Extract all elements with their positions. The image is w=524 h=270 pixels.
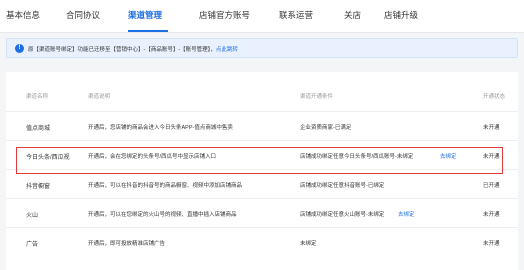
bind-link[interactable]: 去绑定: [398, 210, 415, 218]
tab-basic-info[interactable]: 基本信息: [6, 9, 40, 21]
tab-channel-management[interactable]: 渠道管理: [128, 9, 162, 21]
channel-name: 今日头条/西瓜视: [26, 155, 70, 161]
header-conditions: 渠道开通条件: [300, 94, 334, 100]
tab-bar: 基本信息 合同协议 渠道管理 店铺官方账号 联系运营 关店 店铺升级: [0, 0, 524, 33]
tab-close-store[interactable]: 关店: [344, 9, 361, 21]
channel-desc: 开通后，可以在您绑定的火山号的视频、直播中插入店铺商品: [88, 212, 237, 218]
channel-condition: 未绑定: [300, 241, 317, 247]
table-row: 今日头条/西瓜视 开通后，会在您绑定的头条号/西瓜号中显示店铺入口 店铺成功绑定…: [6, 141, 518, 170]
header-channel-desc: 渠道说明: [88, 94, 111, 100]
channel-desc: 开通后，您店铺的商品会进入今日头条APP-值点商城中售卖: [88, 125, 233, 131]
channel-desc: 开通后，即可投放精准店铺广告: [88, 241, 166, 247]
header-channel-name: 渠道名称: [26, 94, 49, 100]
channel-table: 渠道名称 渠道说明 渠道开通条件 开通状态 值点商城 开通后，您店铺的商品会进入…: [6, 72, 518, 270]
channel-name: 抖音橱窗: [26, 184, 51, 190]
notice-text: 原【渠道账号绑定】功能已迁移至【营销中心】-【商品账号】-【账号管理】，点此跳转: [28, 45, 238, 53]
table-row: 火山 开通后，可以在您绑定的火山号的视频、直播中插入店铺商品 店铺成功绑定任意火…: [6, 199, 518, 228]
tab-contact-operations[interactable]: 联系运营: [279, 9, 313, 21]
channel-status: 未开通: [483, 125, 500, 131]
page: 基本信息 合同协议 渠道管理 店铺官方账号 联系运营 关店 店铺升级 ! 原【渠…: [0, 0, 524, 270]
header-status: 开通状态: [483, 94, 506, 100]
info-icon: !: [15, 44, 24, 53]
channel-name: 广告: [26, 242, 39, 248]
notice-jump-link[interactable]: 点此跳转: [216, 47, 238, 53]
tab-store-official-account[interactable]: 店铺官方账号: [199, 9, 250, 21]
notice-banner: ! 原【渠道账号绑定】功能已迁移至【营销中心】-【商品账号】-【账号管理】，点此…: [6, 38, 518, 58]
channel-condition: 店铺成功绑定任意火山账号-未绑定: [300, 212, 385, 218]
channel-name: 火山: [26, 213, 39, 219]
active-tab-underline: [128, 30, 168, 32]
notice-message: 原【渠道账号绑定】功能已迁移至【营销中心】-【商品账号】-【账号管理】，: [28, 47, 216, 53]
channel-status: 未开通: [483, 212, 500, 218]
tab-store-upgrade[interactable]: 店铺升级: [384, 9, 418, 21]
bind-link[interactable]: 去绑定: [440, 152, 457, 160]
table-row: 抖音橱窗 开通后，可以在抖音的抖音号的商品橱窗、视频中添加店铺商品 店铺成功绑定…: [6, 170, 518, 199]
channel-status: 已开通: [483, 183, 500, 189]
table-row: 广告 开通后，即可投放精准店铺广告 未绑定 未开通: [6, 228, 518, 257]
channel-status: 未开通: [483, 241, 500, 247]
channel-desc: 开通后，会在您绑定的头条号/西瓜号中显示店铺入口: [88, 154, 217, 160]
channel-condition: 店铺成功绑定任意今日头条号/西瓜账号-未绑定: [300, 154, 414, 160]
channel-condition: 企业资质商家-已满足: [300, 125, 352, 131]
channel-name: 值点商城: [26, 126, 51, 132]
tab-contract[interactable]: 合同协议: [66, 9, 100, 21]
channel-condition: 店铺成功绑定任意抖音账号-已绑定: [300, 183, 385, 189]
channel-desc: 开通后，可以在抖音的抖音号的商品橱窗、视频中添加店铺商品: [88, 183, 243, 189]
table-header: 渠道名称 渠道说明 渠道开通条件 开通状态: [6, 72, 518, 112]
table-row: 值点商城 开通后，您店铺的商品会进入今日头条APP-值点商城中售卖 企业资质商家…: [6, 112, 518, 141]
channel-status: 未开通: [483, 154, 500, 160]
